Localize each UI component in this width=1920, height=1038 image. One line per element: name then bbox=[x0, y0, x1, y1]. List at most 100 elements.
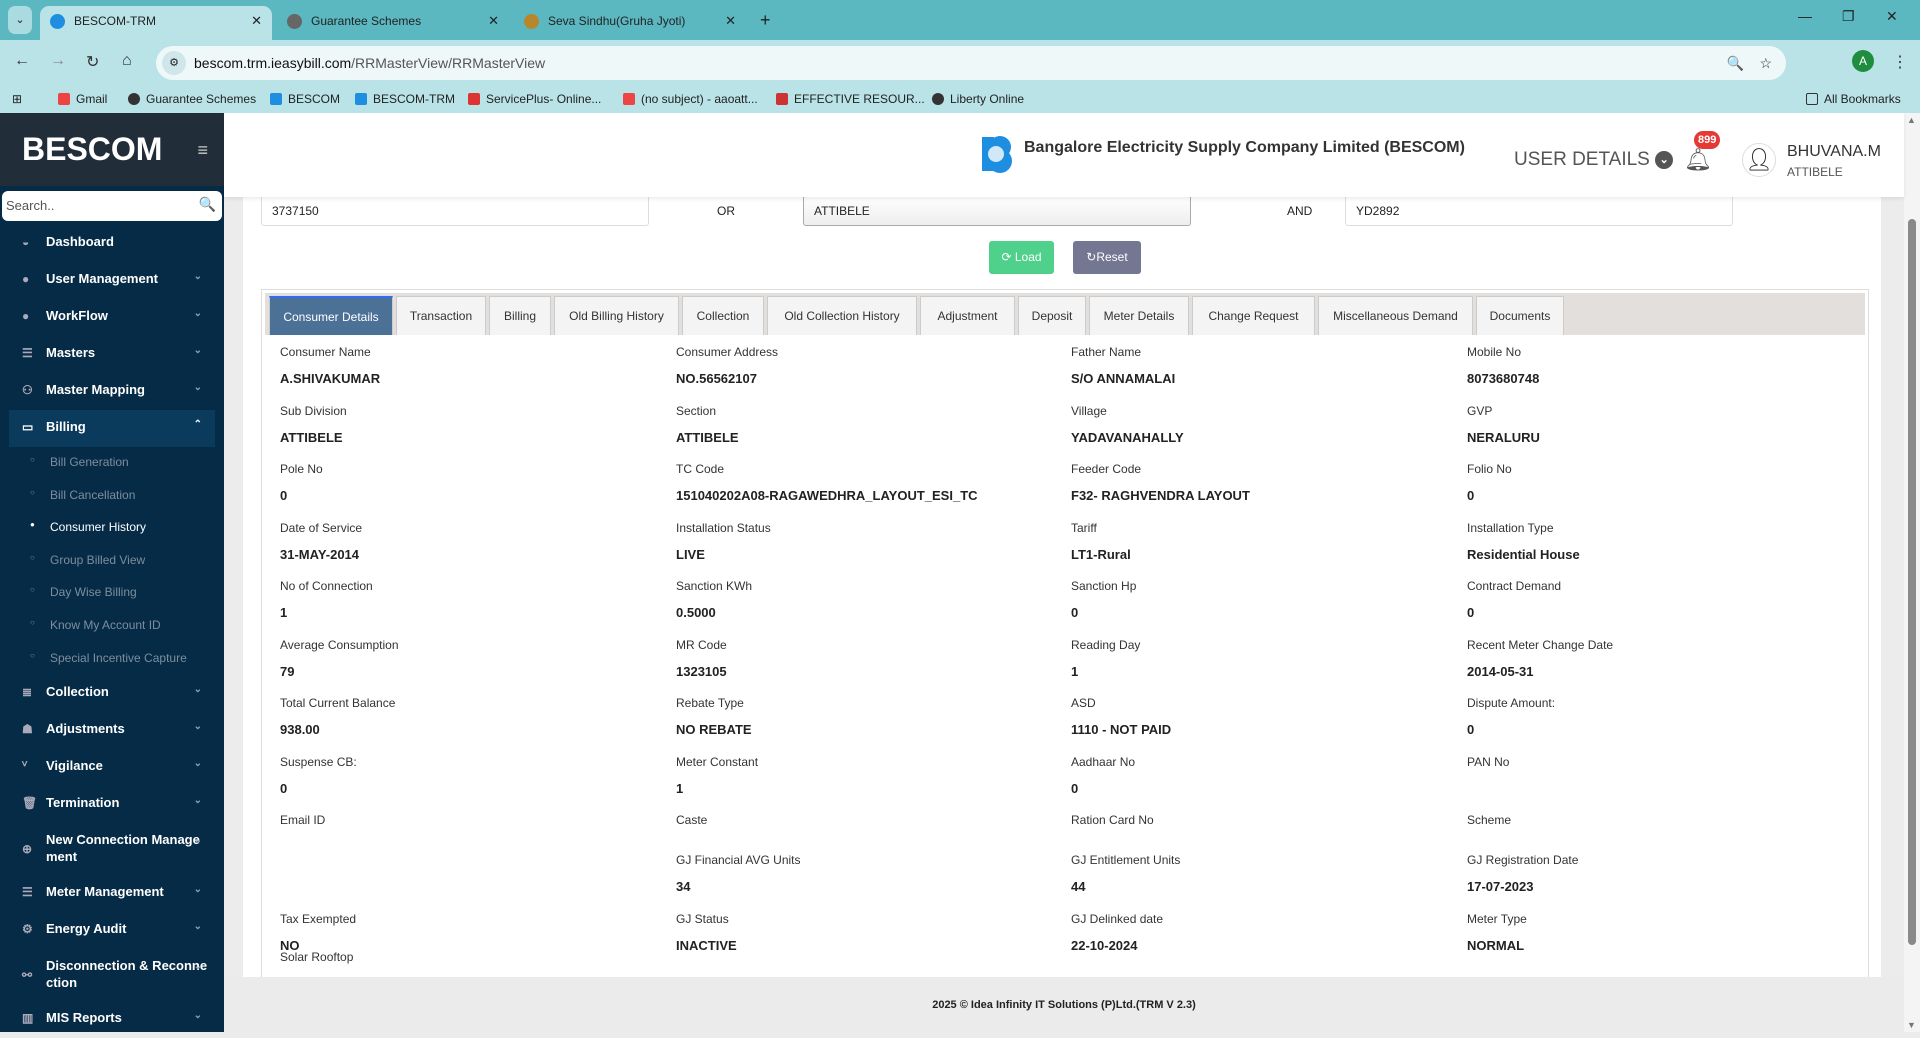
tab-meter-details[interactable]: Meter Details bbox=[1089, 296, 1189, 335]
tab-documents[interactable]: Documents bbox=[1476, 296, 1564, 335]
tab-collection[interactable]: Collection bbox=[682, 296, 764, 335]
tab-search-button[interactable]: ⌄ bbox=[8, 6, 32, 34]
field-value: A.SHIVAKUMAR bbox=[280, 371, 381, 386]
sidebar-subitem-consumer-history[interactable]: Consumer History bbox=[0, 512, 224, 545]
tab-change-request[interactable]: Change Request bbox=[1192, 296, 1315, 335]
detail-field: Pole No 0 bbox=[280, 462, 670, 503]
tab-billing[interactable]: Billing bbox=[489, 296, 551, 335]
field-label: Sub Division bbox=[280, 403, 347, 418]
browser-tab-bescom-trm[interactable]: BESCOM-TRM ✕ bbox=[40, 6, 272, 40]
tab-transaction[interactable]: Transaction bbox=[396, 296, 486, 335]
user-avatar-icon[interactable]: 👤︎ bbox=[1742, 143, 1776, 177]
plus-circle-icon: ⊕ bbox=[22, 842, 33, 857]
list-icon: ☰ bbox=[22, 346, 33, 360]
sidebar-item-user-management[interactable]: ● User Management ⌄ bbox=[0, 262, 224, 299]
sidebar-item-collection[interactable]: ≣ Collection ⌄ bbox=[0, 675, 224, 712]
detail-field: ASD 1110 - NOT PAID bbox=[1071, 696, 1461, 737]
sidebar-subitem-day-wise-billing[interactable]: Day Wise Billing bbox=[0, 577, 224, 610]
sidebar-subitem-special-incentive[interactable]: Special Incentive Capture bbox=[0, 643, 224, 676]
scroll-up-icon[interactable]: ▲ bbox=[1907, 115, 1916, 125]
tab-label: Seva Sindhu(Gruha Jyoti) bbox=[548, 14, 686, 28]
section-select[interactable]: ATTIBELE bbox=[803, 195, 1191, 226]
field-value: 1110 - NOT PAID bbox=[1071, 722, 1172, 737]
minimize-button[interactable]: — bbox=[1798, 8, 1812, 24]
sidebar-item-dashboard[interactable]: ◒ Dashboard bbox=[0, 225, 224, 262]
close-icon[interactable]: ✕ bbox=[725, 6, 736, 36]
restore-button[interactable]: ❐ bbox=[1842, 8, 1855, 25]
rr-number-input[interactable]: YD2892 bbox=[1345, 195, 1733, 226]
field-label: Meter Type bbox=[1467, 911, 1527, 926]
account-id-input[interactable]: 3737150 bbox=[261, 195, 649, 226]
tab-old-billing-history[interactable]: Old Billing History bbox=[554, 296, 679, 335]
menu-icon[interactable]: ⋮ bbox=[1892, 52, 1908, 72]
bell-icon[interactable]: 🔔︎ bbox=[1684, 147, 1712, 173]
sidebar-item-vigilance[interactable]: ⱽ Vigilance ⌄ bbox=[0, 749, 224, 786]
sidebar-item-master-mapping[interactable]: ⚇ Master Mapping ⌄ bbox=[0, 373, 224, 410]
apps-icon[interactable]: ⊞ bbox=[12, 92, 22, 106]
tab-consumer-details[interactable]: Consumer Details bbox=[269, 296, 393, 335]
detail-field: GJ Delinked date 22-10-2024 bbox=[1071, 912, 1461, 953]
sidebar-item-workflow[interactable]: ● WorkFlow ⌄ bbox=[0, 299, 224, 336]
bookmark-gmail[interactable]: Gmail bbox=[58, 92, 107, 106]
browser-tab-seva-sindhu[interactable]: Seva Sindhu(Gruha Jyoti) ✕ bbox=[514, 6, 746, 40]
top-header: Bangalore Electricity Supply Company Lim… bbox=[224, 113, 1904, 197]
search-icon[interactable]: 🔍 bbox=[199, 196, 216, 213]
field-label: Installation Status bbox=[676, 520, 771, 535]
site-info-icon[interactable]: ⚙ bbox=[162, 51, 186, 75]
sidebar-item-termination[interactable]: 🗑 Termination ⌄ bbox=[0, 786, 224, 823]
reload-icon[interactable]: ↻ bbox=[86, 52, 99, 72]
sidebar-item-energy-audit[interactable]: ⚙ Energy Audit ⌄ bbox=[0, 912, 224, 949]
all-bookmarks[interactable]: All Bookmarks bbox=[1806, 92, 1901, 106]
detail-field: Father Name S/O ANNAMALAI bbox=[1071, 345, 1461, 386]
bookmark-serviceplus[interactable]: ServicePlus- Online... bbox=[468, 92, 601, 106]
field-label: Reading Day bbox=[1071, 637, 1141, 652]
field-value: 0 bbox=[1071, 605, 1079, 620]
sidebar-item-meter-management[interactable]: ☰ Meter Management ⌄ bbox=[0, 875, 224, 912]
field-value: YADAVANAHALLY bbox=[1071, 429, 1184, 445]
sidebar-item-mis-reports[interactable]: ▥ MIS Reports ⌄ bbox=[0, 1001, 224, 1038]
scroll-down-icon[interactable]: ▼ bbox=[1907, 1020, 1916, 1030]
load-button[interactable]: ⟳ Load bbox=[989, 241, 1054, 274]
bookmark-bescom-trm[interactable]: BESCOM-TRM bbox=[355, 92, 455, 106]
url-input[interactable]: ⚙ bescom.trm.ieasybill.com/RRMasterView/R… bbox=[156, 46, 1786, 80]
new-tab-button[interactable]: + bbox=[760, 6, 771, 34]
sidebar-item-disconnection[interactable]: ⚯ Disconnection & Reconne ction ⌄ bbox=[0, 949, 224, 1001]
detail-field: Aadhaar No 0 bbox=[1071, 755, 1461, 796]
close-icon[interactable]: ✕ bbox=[488, 6, 499, 36]
reset-button[interactable]: ↻Reset bbox=[1073, 241, 1141, 274]
bookmark-liberty[interactable]: Liberty Online bbox=[932, 92, 1024, 106]
star-icon[interactable]: ☆ bbox=[1759, 46, 1772, 80]
sidebar-item-masters[interactable]: ☰ Masters ⌄ bbox=[0, 336, 224, 373]
detail-field: Section ATTIBELE bbox=[676, 404, 1066, 445]
dashboard-icon: ◒ bbox=[22, 235, 30, 249]
sidebar-item-new-connection[interactable]: ⊕ New Connection Manage ment ⌄ bbox=[0, 823, 224, 875]
browser-tab-guarantee[interactable]: Guarantee Schemes ✕ bbox=[277, 6, 509, 40]
bookmark-effective[interactable]: EFFECTIVE RESOUR... bbox=[776, 92, 925, 106]
close-window-button[interactable]: ✕ bbox=[1886, 8, 1898, 25]
sidebar-subitem-know-my-account-id[interactable]: Know My Account ID bbox=[0, 610, 224, 643]
sidebar-subitem-bill-cancellation[interactable]: Bill Cancellation bbox=[0, 480, 224, 513]
bookmark-guarantee[interactable]: Guarantee Schemes bbox=[128, 92, 256, 106]
back-icon[interactable]: ← bbox=[14, 52, 30, 70]
bookmark-no-subject[interactable]: (no subject) - aaoatt... bbox=[623, 92, 758, 106]
sidebar-item-billing[interactable]: ▭ Billing ⌃ bbox=[9, 410, 215, 447]
sidebar-subitem-bill-generation[interactable]: Bill Generation bbox=[0, 447, 224, 480]
forward-icon[interactable]: → bbox=[50, 52, 66, 70]
load-label: Load bbox=[1014, 250, 1042, 264]
profile-avatar[interactable]: A bbox=[1852, 50, 1874, 72]
sidebar-search-input[interactable]: Search.. 🔍 bbox=[2, 191, 222, 221]
bookmark-bescom[interactable]: BESCOM bbox=[270, 92, 340, 106]
sidebar-item-adjustments[interactable]: ☗ Adjustments ⌄ bbox=[0, 712, 224, 749]
tab-adjustment[interactable]: Adjustment bbox=[920, 296, 1015, 335]
tab-deposit[interactable]: Deposit bbox=[1018, 296, 1086, 335]
home-icon[interactable]: ⌂ bbox=[122, 52, 132, 70]
user-details-dropdown[interactable]: USER DETAILS ⌄ bbox=[1514, 149, 1674, 171]
hamburger-icon[interactable]: ≡ bbox=[197, 140, 208, 161]
scrollbar-thumb[interactable] bbox=[1908, 219, 1916, 945]
page-scrollbar[interactable]: ▲ ▼ bbox=[1904, 113, 1920, 1032]
close-icon[interactable]: ✕ bbox=[251, 6, 262, 36]
sidebar-subitem-group-billed-view[interactable]: Group Billed View bbox=[0, 545, 224, 578]
zoom-icon[interactable]: 🔍 bbox=[1727, 46, 1744, 80]
tab-old-collection-history[interactable]: Old Collection History bbox=[767, 296, 917, 335]
tab-miscellaneous-demand[interactable]: Miscellaneous Demand bbox=[1318, 296, 1473, 335]
